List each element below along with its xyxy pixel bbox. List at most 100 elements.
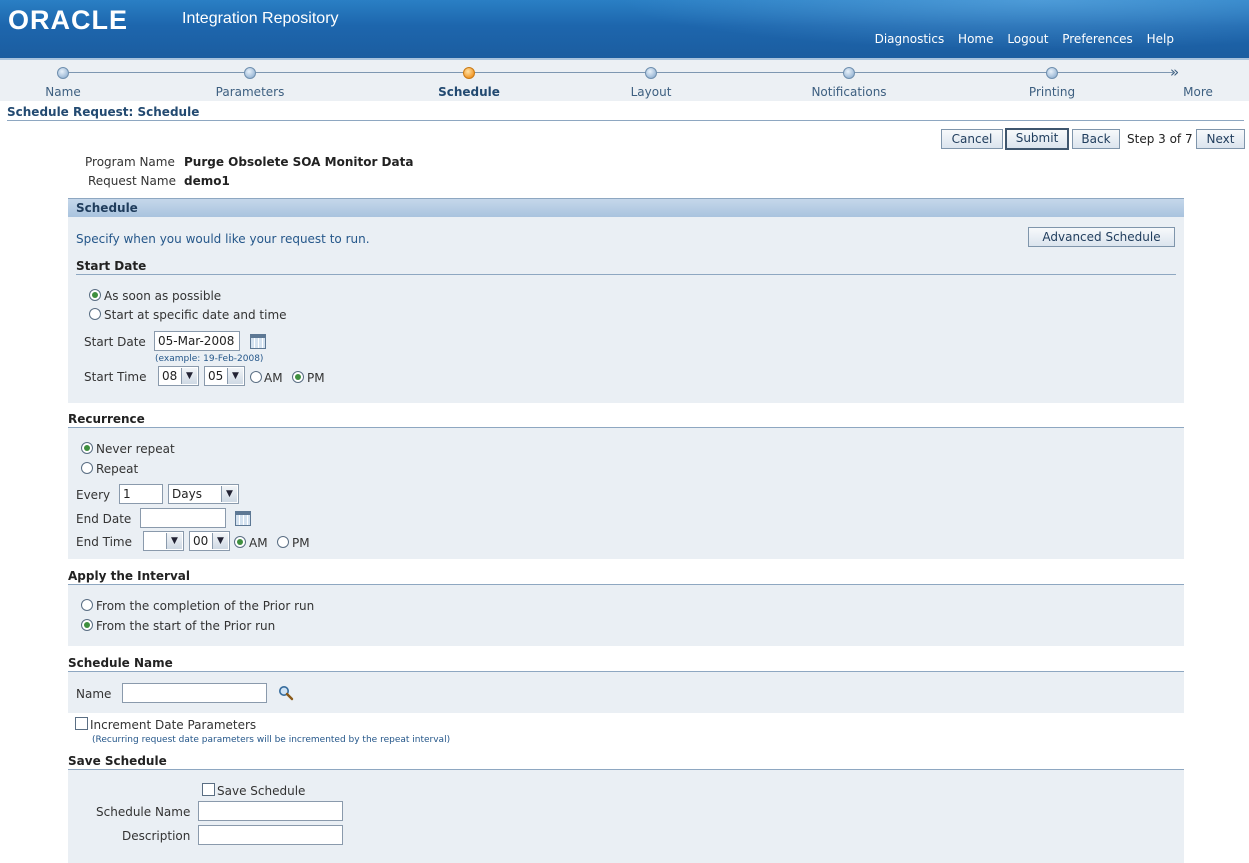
- next-button[interactable]: Next: [1196, 129, 1245, 149]
- back-button[interactable]: Back: [1072, 129, 1120, 149]
- global-header: ORACLE Integration Repository Diagnostic…: [0, 0, 1249, 58]
- start-minute-select[interactable]: 05 ▼: [204, 366, 245, 386]
- program-name-label: Program Name: [85, 155, 175, 169]
- search-icon[interactable]: [278, 685, 294, 701]
- start-date-heading: Start Date: [76, 259, 147, 273]
- chevron-down-icon: ▼: [166, 533, 182, 549]
- every-input[interactable]: [119, 484, 163, 504]
- saved-schedule-name-label: Schedule Name: [96, 805, 191, 819]
- train-step-schedule: Schedule: [438, 85, 500, 99]
- app-title: Integration Repository: [182, 10, 339, 27]
- request-name-value: demo1: [184, 174, 230, 188]
- every-unit-select[interactable]: Days ▼: [168, 484, 239, 504]
- from-start-label: From the start of the Prior run: [96, 619, 276, 633]
- chevron-down-icon: ▼: [212, 533, 228, 549]
- description-input[interactable]: [198, 825, 343, 845]
- train-step-name-dot[interactable]: [57, 67, 69, 79]
- save-schedule-label: Save Schedule: [217, 784, 306, 798]
- schedule-instruction: Specify when you would like your request…: [76, 232, 370, 246]
- start-pm-radio[interactable]: [292, 371, 304, 383]
- start-time-label: Start Time: [84, 370, 147, 384]
- end-pm-radio[interactable]: [277, 536, 289, 548]
- chevron-down-icon: ▼: [221, 486, 237, 502]
- name-label: Name: [76, 687, 112, 701]
- save-schedule-checkbox[interactable]: [202, 783, 215, 796]
- end-pm-label: PM: [292, 536, 310, 550]
- train-step-notifications[interactable]: Notifications: [811, 85, 886, 99]
- schedule-section-header: Schedule: [68, 198, 1184, 217]
- asap-radio[interactable]: [89, 289, 101, 301]
- train-step-layout-dot[interactable]: [645, 67, 657, 79]
- end-am-radio[interactable]: [234, 536, 246, 548]
- repeat-radio[interactable]: [81, 462, 93, 474]
- chevron-down-icon: ▼: [227, 368, 243, 384]
- end-time-label: End Time: [76, 535, 132, 549]
- saved-schedule-name-input[interactable]: [198, 801, 343, 821]
- page-title: Schedule Request: Schedule: [7, 105, 200, 119]
- advanced-schedule-button[interactable]: Advanced Schedule: [1028, 227, 1175, 247]
- every-unit-value: Days: [172, 487, 202, 501]
- every-label: Every: [76, 488, 111, 502]
- never-repeat-label: Never repeat: [96, 442, 175, 456]
- end-hour-select[interactable]: ▼: [143, 531, 184, 551]
- train-step-printing[interactable]: Printing: [1029, 85, 1075, 99]
- train-step-more[interactable]: More: [1183, 85, 1213, 99]
- recurrence-heading: Recurrence: [68, 412, 145, 426]
- submit-button[interactable]: Submit: [1005, 128, 1069, 150]
- help-link[interactable]: Help: [1147, 32, 1174, 46]
- start-pm-label: PM: [307, 371, 325, 385]
- train-step-name[interactable]: Name: [45, 85, 80, 99]
- train-step-printing-dot[interactable]: [1046, 67, 1058, 79]
- start-date-input[interactable]: [154, 331, 240, 351]
- end-date-input[interactable]: [140, 508, 226, 528]
- from-start-radio[interactable]: [81, 619, 93, 631]
- start-hour-select[interactable]: 08 ▼: [158, 366, 199, 386]
- start-am-radio[interactable]: [250, 371, 262, 383]
- increment-date-hint: (Recurring request date parameters will …: [92, 735, 451, 745]
- program-name-value: Purge Obsolete SOA Monitor Data: [184, 155, 414, 169]
- start-minute-value: 05: [208, 369, 224, 383]
- increment-date-checkbox[interactable]: [75, 717, 88, 730]
- start-hour-value: 08: [162, 369, 178, 383]
- logout-link[interactable]: Logout: [1007, 32, 1048, 46]
- end-am-label: AM: [249, 536, 268, 550]
- start-date-divider: [76, 274, 1176, 275]
- home-link[interactable]: Home: [958, 32, 993, 46]
- train-step-layout[interactable]: Layout: [631, 85, 672, 99]
- interval-heading: Apply the Interval: [68, 569, 191, 583]
- from-completion-label: From the completion of the Prior run: [96, 599, 315, 613]
- chevron-down-icon: ▼: [181, 368, 197, 384]
- asap-label: As soon as possible: [104, 289, 222, 303]
- description-label: Description: [122, 829, 191, 843]
- step-indicator: Step 3 of 7: [1127, 132, 1193, 146]
- title-divider: [7, 120, 1244, 121]
- repeat-label: Repeat: [96, 462, 139, 476]
- start-am-label: AM: [264, 371, 283, 385]
- step-train: » Name Parameters Schedule Layout Notifi…: [0, 58, 1249, 101]
- cancel-button[interactable]: Cancel: [941, 129, 1003, 149]
- interval-section: [68, 585, 1184, 646]
- train-step-parameters-dot[interactable]: [244, 67, 256, 79]
- preferences-link[interactable]: Preferences: [1062, 32, 1133, 46]
- train-step-parameters[interactable]: Parameters: [216, 85, 285, 99]
- increment-date-label: Increment Date Parameters: [90, 718, 257, 732]
- start-date-calendar-icon[interactable]: [250, 334, 266, 349]
- global-links: Diagnostics Home Logout Preferences Help: [865, 32, 1174, 46]
- specific-date-label: Start at specific date and time: [104, 308, 287, 322]
- save-schedule-heading: Save Schedule: [68, 754, 167, 768]
- never-repeat-radio[interactable]: [81, 442, 93, 454]
- specific-date-radio[interactable]: [89, 308, 101, 320]
- request-name-label: Request Name: [88, 174, 176, 188]
- schedule-name-heading: Schedule Name: [68, 656, 173, 670]
- train-step-notifications-dot[interactable]: [843, 67, 855, 79]
- end-minute-select[interactable]: 00 ▼: [189, 531, 230, 551]
- diagnostics-link[interactable]: Diagnostics: [875, 32, 945, 46]
- schedule-name-input[interactable]: [122, 683, 267, 703]
- from-completion-radio[interactable]: [81, 599, 93, 611]
- end-date-calendar-icon[interactable]: [235, 511, 251, 526]
- start-date-hint: (example: 19-Feb-2008): [155, 354, 264, 364]
- start-date-label: Start Date: [84, 335, 146, 349]
- schedule-section-title: Schedule: [76, 201, 138, 215]
- train-more-arrow-icon[interactable]: »: [1170, 63, 1179, 81]
- oracle-logo: ORACLE: [8, 5, 128, 35]
